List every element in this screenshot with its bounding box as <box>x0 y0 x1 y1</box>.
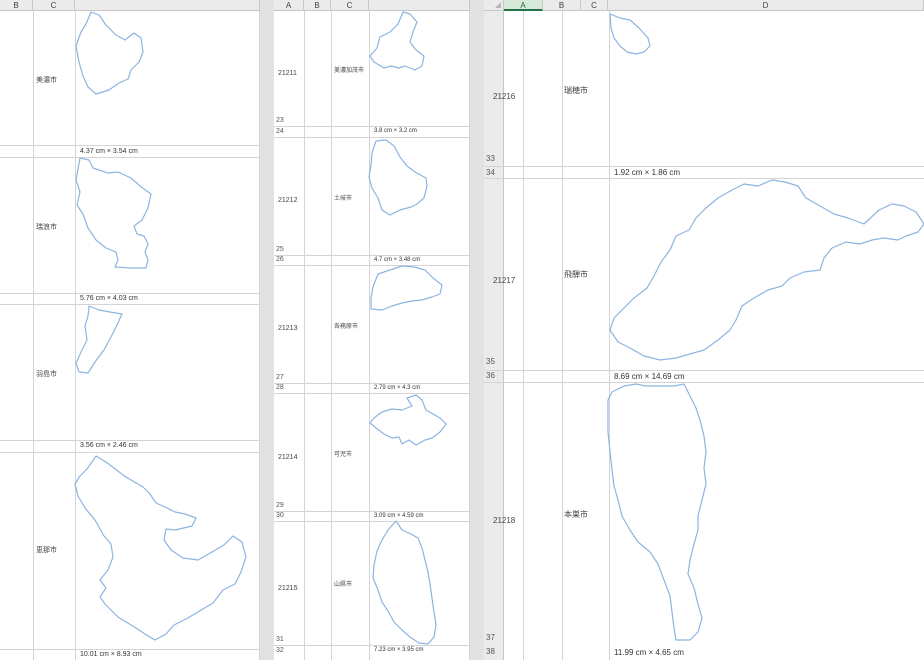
sheet-panel-3: A B C D 33 34 35 36 37 38 21216 21217 21… <box>484 0 924 660</box>
map-shape-image[interactable] <box>274 0 470 660</box>
map-shape-image[interactable] <box>0 0 260 660</box>
map-shape-image[interactable] <box>484 0 924 660</box>
sheet-panel-1: B C 美濃市 瑞浪市 羽島市 恵那市 4.37 cm × 3.54 cm 5.… <box>0 0 260 660</box>
sheet-panel-2: A B C 23 24 25 26 27 28 29 30 31 32 2121… <box>274 0 470 660</box>
